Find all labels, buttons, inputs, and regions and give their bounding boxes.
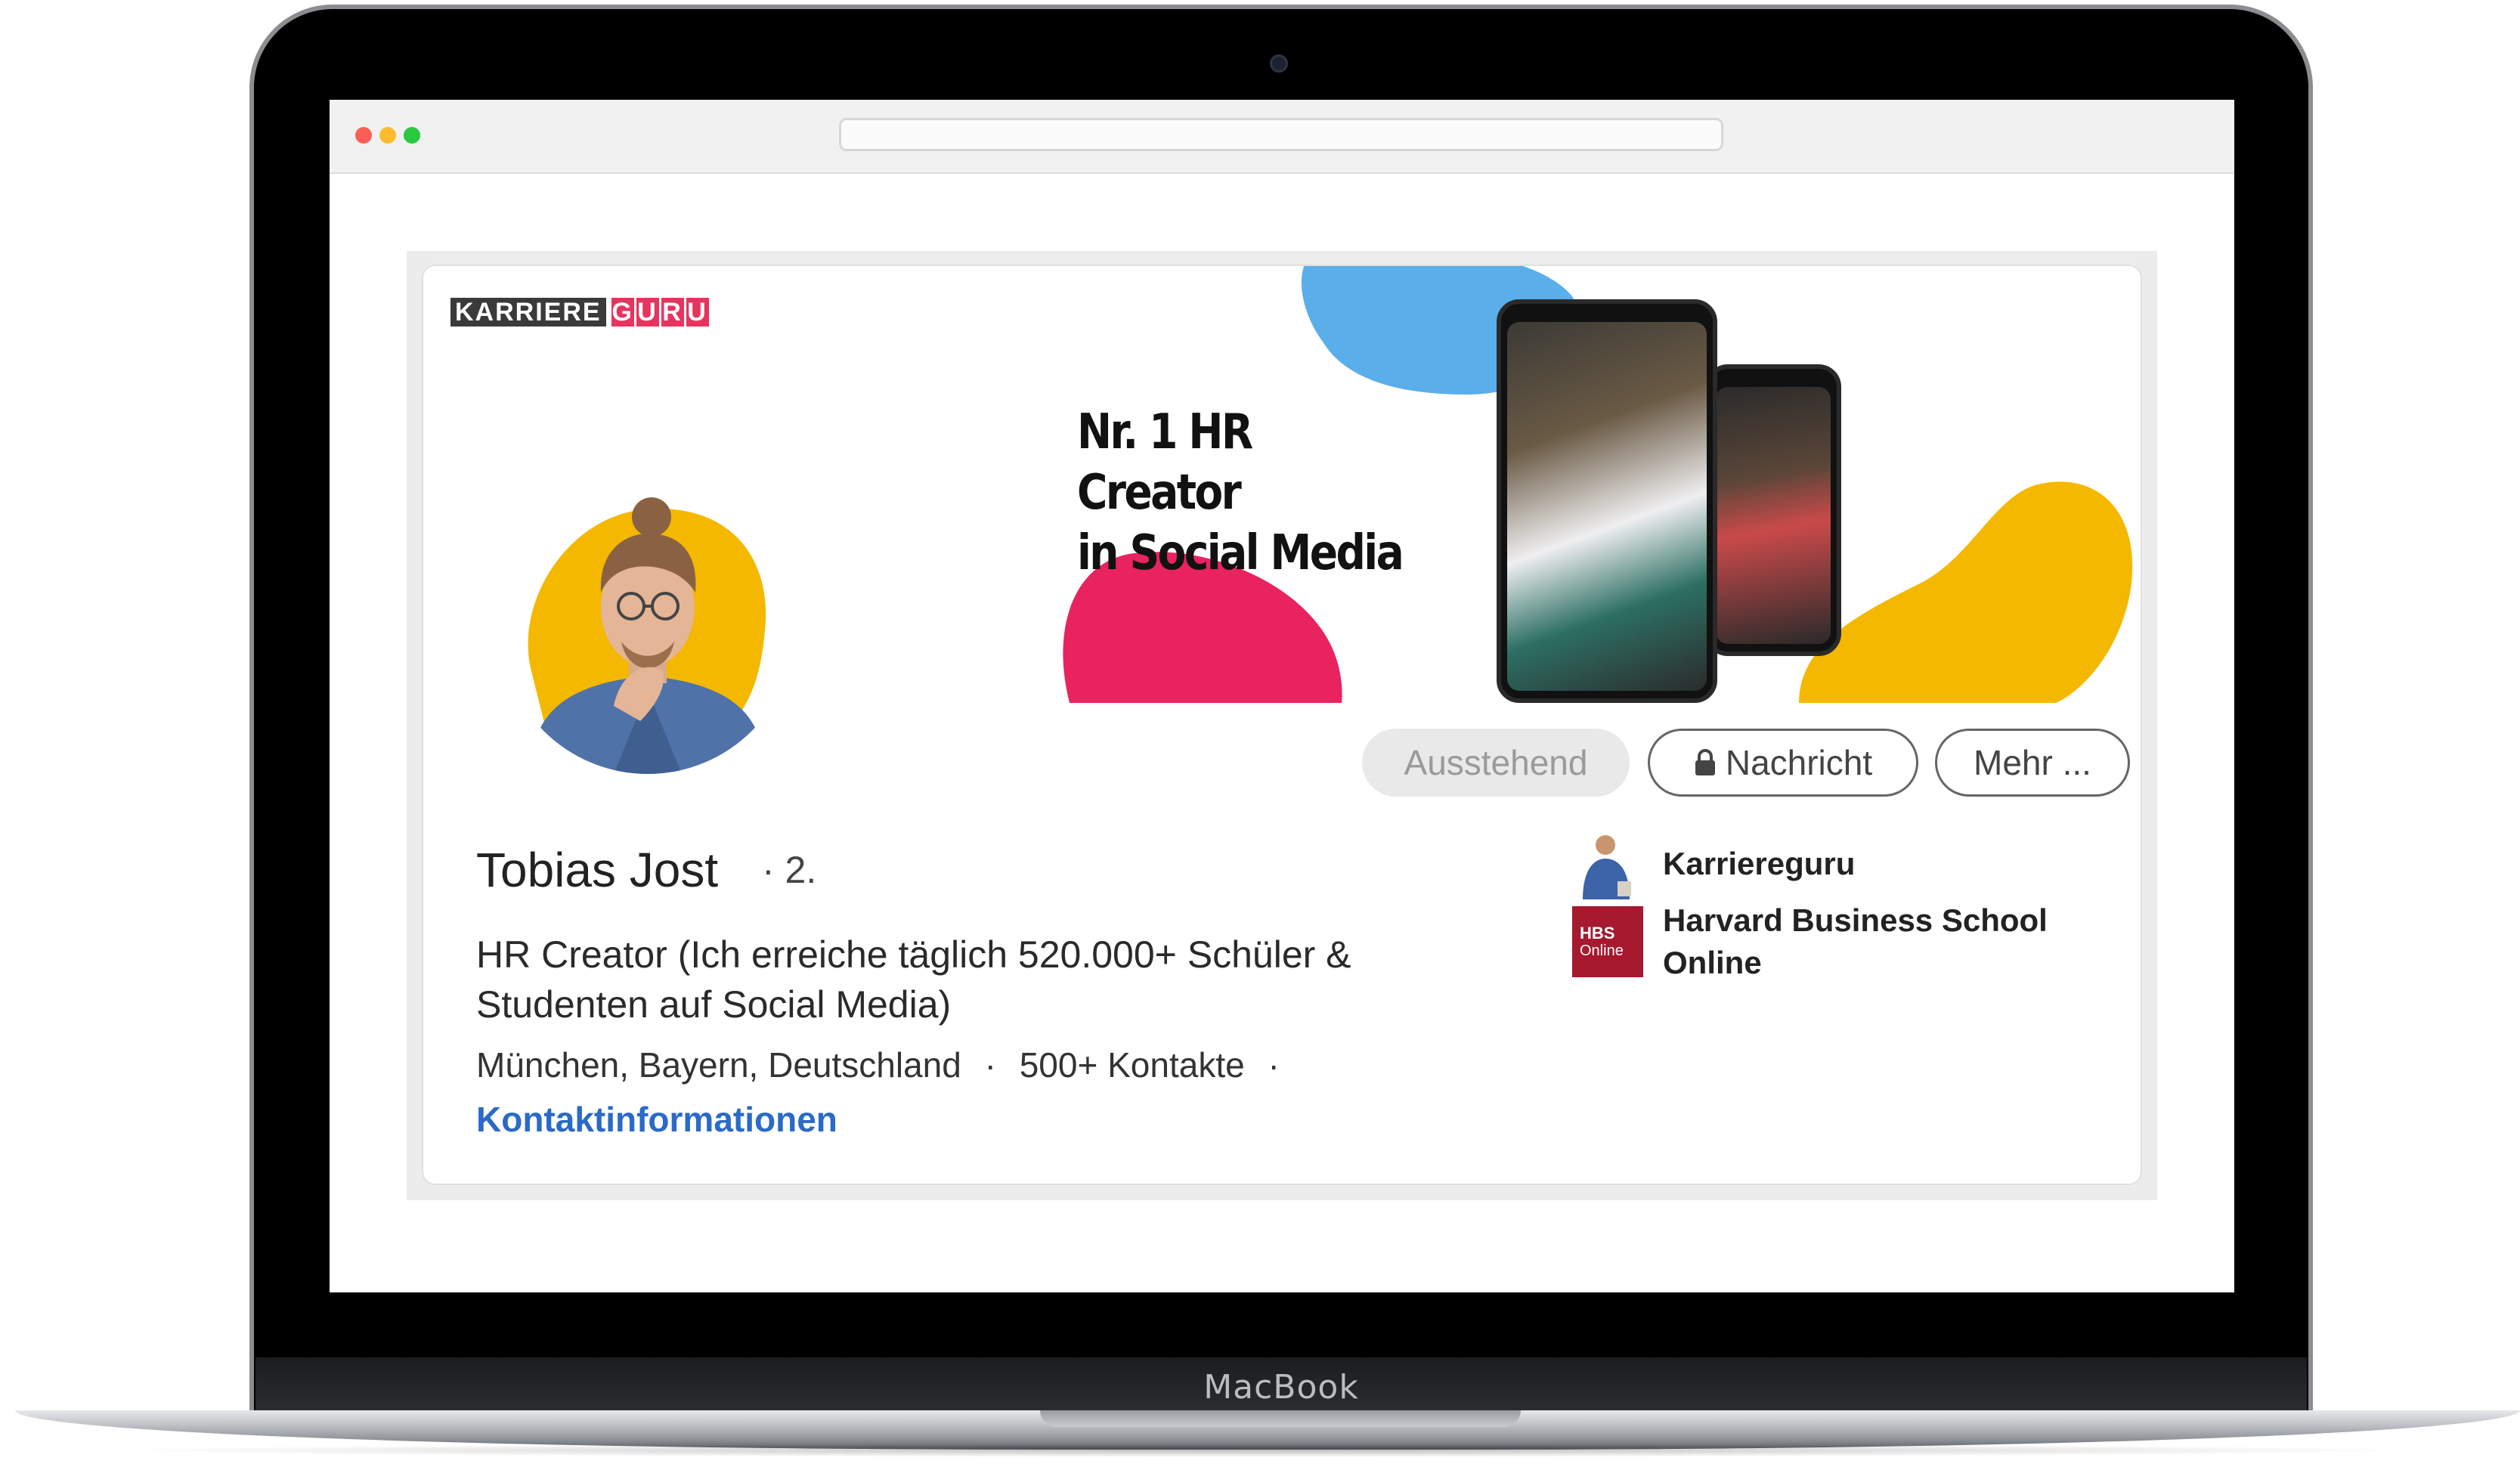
message-button-label: Nachricht [1725, 743, 1873, 782]
affiliation-name: Karriereguru [1663, 846, 1856, 881]
message-button[interactable]: Nachricht [1648, 729, 1918, 797]
laptop-notch [1040, 1410, 1521, 1427]
logo-text-karriere: KARRIERE [450, 298, 606, 327]
profile-connections[interactable]: 500+ Kontakte [1020, 1045, 1245, 1085]
contact-info-link[interactable]: Kontaktinformationen [476, 1099, 837, 1140]
more-button[interactable]: Mehr ... [1935, 729, 2130, 797]
tagline-line-1: Nr. 1 HR Creator [1077, 404, 1253, 521]
browser-toolbar [330, 100, 2234, 174]
meta-separator: · [984, 1045, 996, 1085]
laptop-brand-label: MacBook [1203, 1368, 1359, 1407]
affiliation-education[interactable]: HBS Online Harvard Business School Onlin… [1572, 899, 2086, 984]
company-avatar-icon [1572, 828, 1643, 899]
hbs-logo-subtext: Online [1580, 942, 1624, 959]
affiliation-name: Harvard Business School Online [1663, 902, 2048, 980]
yellow-blob-shape [1799, 481, 2133, 703]
avatar-illustration [528, 497, 766, 774]
logo-letter: U [686, 298, 709, 327]
address-bar[interactable] [839, 118, 1723, 151]
affiliation-current-company[interactable]: Karriereguru [1572, 828, 1855, 899]
profile-card: KARRIERE G U R U Nr. 1 HR Creator in Soc… [422, 265, 2142, 1185]
camera-icon [1270, 54, 1288, 73]
meta-separator: · [1268, 1045, 1280, 1085]
window-minimize-icon[interactable] [379, 127, 396, 144]
pending-button[interactable]: Ausstehend [1362, 729, 1630, 797]
logo-text-guru: G U R U [609, 298, 709, 327]
karriereguru-logo: KARRIERE G U R U [450, 298, 709, 327]
profile-name: Tobias Jost [476, 843, 719, 897]
logo-letter: R [661, 298, 684, 327]
logo-letter: U [636, 298, 659, 327]
window-zoom-icon[interactable] [404, 127, 420, 144]
laptop-screen: KARRIERE G U R U Nr. 1 HR Creator in Soc… [330, 100, 2234, 1292]
hbs-logo-icon: HBS Online [1572, 906, 1643, 977]
tagline-line-2: in Social Media [1077, 525, 1404, 581]
phone-mockup-front [1497, 299, 1717, 703]
laptop-shadow [91, 1444, 2434, 1457]
profile-meta: München, Bayern, Deutschland · 500+ Kont… [476, 1045, 1293, 1085]
banner-tagline: Nr. 1 HR Creator in Social Media [1077, 402, 1415, 583]
lock-icon [1695, 749, 1715, 775]
profile-avatar[interactable] [500, 479, 795, 774]
logo-letter: G [611, 298, 634, 327]
profile-headline: HR Creator (Ich erreiche täglich 520.000… [476, 933, 1351, 1026]
phone-mockup-back [1705, 364, 1841, 656]
connection-degree: · 2. [762, 849, 817, 891]
hbs-logo-text: HBS [1580, 924, 1615, 942]
window-close-icon[interactable] [355, 127, 372, 144]
profile-location: München, Bayern, Deutschland [476, 1045, 961, 1085]
